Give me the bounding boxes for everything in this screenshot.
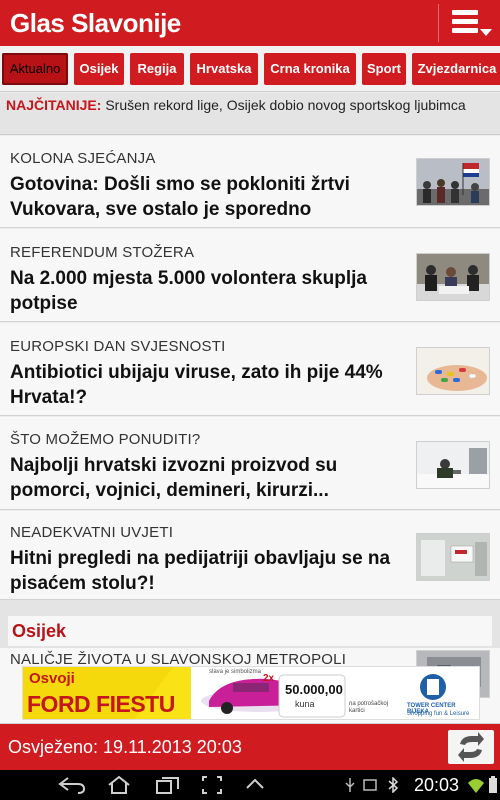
bluetooth-icon (388, 777, 399, 793)
article-item[interactable]: NEADEKVATNI UVJETI Hitni pregledi na ped… (0, 511, 500, 600)
tab-hrvatska[interactable]: Hrvatska (190, 53, 258, 85)
article-category: ŠTO MOŽEMO PONUDITI? (10, 431, 201, 448)
app-screen: Glas Slavonije Aktualno Osijek Regija Hr… (0, 0, 500, 800)
article-title: Antibiotici ubijaju viruse, zato ih pije… (10, 362, 383, 408)
article-title: Najbolji hrvatski izvozni proizvod su po… (10, 455, 338, 501)
screenshot-icon[interactable] (202, 776, 222, 794)
tab-regija[interactable]: Regija (130, 53, 184, 85)
article-thumbnail (416, 158, 490, 206)
article-item[interactable]: ŠTO MOŽEMO PONUDITI? Najbolji hrvatski i… (0, 417, 500, 510)
menu-button[interactable] (446, 5, 496, 43)
section-header[interactable]: Osijek (8, 616, 492, 646)
article-item[interactable]: KOLONA SJEĆANJA Gotovina: Došli smo se p… (0, 136, 500, 228)
wifi-icon (468, 779, 484, 793)
tab-crna-kronika[interactable]: Crna kronika (264, 53, 356, 85)
most-read-ticker[interactable]: NAJČITANIJE: Srušen rekord lige, Osijek … (0, 93, 500, 135)
article-thumbnail (416, 441, 490, 489)
category-tabs: Aktualno Osijek Regija Hrvatska Crna kro… (0, 46, 500, 92)
article-title: Gotovina: Došli smo se pokloniti žrtvi V… (10, 174, 350, 220)
recent-apps-icon[interactable] (156, 776, 180, 794)
system-bar: 20:03 (0, 770, 500, 800)
article-title: Na 2.000 mjesta 5.000 volontera skuplja … (10, 268, 367, 314)
tab-sport[interactable]: Sport (362, 53, 406, 85)
ad-brand-sub: Shopping fun & Leisure (407, 711, 470, 717)
ad-line2: FORD FIESTU (27, 691, 175, 717)
ad-note: na potrošačkoj kartici (349, 701, 389, 714)
usb-icon (345, 778, 355, 792)
app-header: Glas Slavonije (0, 0, 500, 46)
ad-small: slava je simbolizma (209, 669, 262, 675)
ad-line1: Osvoji (29, 670, 75, 687)
article-category: REFERENDUM STOŽERA (10, 244, 195, 261)
home-icon[interactable] (106, 775, 132, 795)
article-thumbnail (416, 347, 490, 395)
tab-zvjezdarnica[interactable]: Zvjezdarnica (412, 53, 500, 85)
back-icon[interactable] (58, 776, 86, 794)
ad-currency: kuna (295, 699, 315, 709)
refresh-icon (458, 732, 484, 762)
battery-icon (489, 776, 497, 793)
section-title: Osijek (12, 621, 67, 641)
article-item[interactable]: EUROPSKI DAN SVJESNOSTI Antibiotici ubij… (0, 323, 500, 416)
ticker-label: NAJČITANIJE: (6, 97, 102, 113)
article-item[interactable]: REFERENDUM STOŽERA Na 2.000 mjesta 5.000… (0, 229, 500, 322)
refresh-button[interactable] (448, 730, 494, 764)
article-title: Hitni pregledi na pedijatriji obavljaju … (10, 548, 391, 594)
menu-separator (438, 4, 439, 42)
system-clock: 20:03 (414, 775, 460, 795)
ad-amount: 50.000,00 (285, 682, 343, 697)
refresh-bar: Osvježeno: 19.11.2013 20:03 (0, 724, 500, 770)
article-category: NEADEKVATNI UVJETI (10, 524, 174, 541)
app-logo[interactable]: Glas Slavonije (10, 8, 181, 39)
article-thumbnail (416, 253, 490, 301)
ad-banner[interactable]: Osvoji FORD FIESTU slava je simbolizma 2… (22, 666, 480, 720)
tab-osijek[interactable]: Osijek (74, 53, 124, 85)
ad-multiplier: 2x (263, 673, 275, 684)
article-thumbnail (416, 533, 490, 581)
menu-up-icon[interactable] (244, 774, 266, 794)
article-category: KOLONA SJEĆANJA (10, 150, 156, 167)
ticker-text: Srušen rekord lige, Osijek dobio novog s… (105, 97, 466, 113)
tab-aktualno[interactable]: Aktualno (2, 53, 68, 85)
notification-icon (363, 779, 377, 791)
article-category: EUROPSKI DAN SVJESNOSTI (10, 338, 226, 355)
refresh-status: Osvježeno: 19.11.2013 20:03 (8, 737, 242, 757)
section-osijek: Osijek (0, 600, 500, 648)
